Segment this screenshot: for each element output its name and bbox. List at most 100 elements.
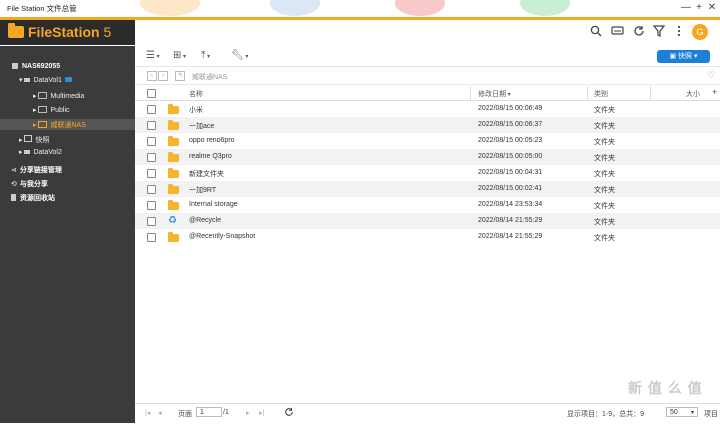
folder-icon bbox=[38, 121, 48, 128]
file-name: Internal storage bbox=[189, 201, 238, 208]
chevron-right-icon: ▸ bbox=[33, 107, 37, 114]
row-checkbox[interactable] bbox=[147, 185, 156, 194]
parent-folder-button[interactable]: ↰ bbox=[175, 71, 185, 81]
drive-icon bbox=[24, 78, 31, 82]
sidebar-item-recycle-bin[interactable]: 资源回收站 bbox=[11, 193, 55, 203]
create-button[interactable]: ⊞ ▾ bbox=[173, 50, 186, 63]
row-checkbox[interactable] bbox=[147, 233, 156, 242]
decorative-blob bbox=[520, 0, 570, 16]
sidebar-label: DataVol1 bbox=[33, 77, 62, 84]
table-row[interactable] bbox=[135, 117, 720, 133]
next-page-button[interactable]: ▸ bbox=[246, 409, 250, 417]
snapshot-button[interactable]: ▣ 快照 ▾ bbox=[657, 50, 710, 63]
page-size-select[interactable]: 50 ▾ bbox=[666, 407, 698, 417]
window-title: File Station 文件总管 bbox=[7, 4, 77, 13]
sidebar-item-public[interactable]: ▸ Public bbox=[33, 106, 70, 114]
file-modified: 2022/08/15 00:04:31 bbox=[478, 169, 543, 176]
page-input[interactable]: 1 bbox=[196, 407, 222, 417]
folder-icon bbox=[168, 104, 179, 114]
snapshot-button-label: 快照 bbox=[678, 53, 693, 60]
drive-icon bbox=[24, 150, 31, 154]
add-column-icon[interactable]: + bbox=[712, 87, 717, 97]
sidebar-item-nas[interactable]: NAS692055 bbox=[12, 63, 60, 70]
favorite-heart-icon[interactable]: ♡ bbox=[707, 70, 715, 81]
file-modified: 2022/08/14 21:55:29 bbox=[478, 233, 543, 240]
tools-button[interactable]: 🔧︎ ▾ bbox=[231, 50, 248, 63]
brand-version: 5 bbox=[99, 24, 112, 40]
page-label: 页面 bbox=[178, 411, 192, 418]
table-header bbox=[135, 86, 720, 101]
decorative-blob bbox=[270, 0, 320, 16]
select-all-checkbox[interactable] bbox=[147, 89, 156, 98]
folder-icon bbox=[38, 106, 48, 113]
file-type: 文件夹 bbox=[594, 219, 615, 226]
forward-button[interactable]: › bbox=[158, 71, 168, 81]
file-name: @Recently-Snapshot bbox=[189, 233, 256, 240]
folder-icon bbox=[168, 168, 179, 178]
sidebar-item-selected-folder[interactable]: ▸ 威联通NAS bbox=[33, 120, 86, 130]
list-icon: ☰ bbox=[146, 50, 155, 61]
view-mode-button[interactable]: ☰ ▾ bbox=[146, 50, 160, 63]
brand-name: FileStation bbox=[28, 24, 100, 40]
sidebar-item-multimedia[interactable]: ▸ Multimedia bbox=[33, 92, 84, 100]
last-page-button[interactable]: ▸| bbox=[259, 409, 264, 417]
row-checkbox[interactable] bbox=[147, 217, 156, 226]
file-modified: 2022/08/14 21:55:29 bbox=[478, 217, 543, 224]
column-separator bbox=[587, 86, 588, 100]
row-checkbox[interactable] bbox=[147, 153, 156, 162]
row-checkbox[interactable] bbox=[147, 137, 156, 146]
sidebar-item-shared-with-me[interactable]: ⟲ 与我分享 bbox=[11, 179, 48, 189]
table-row[interactable] bbox=[135, 181, 720, 197]
maximize-button[interactable]: + bbox=[693, 2, 705, 14]
back-button[interactable]: ‹ bbox=[147, 71, 157, 81]
wrench-icon: 🔧︎ bbox=[231, 50, 244, 61]
filter-icon[interactable] bbox=[652, 25, 666, 39]
search-icon[interactable] bbox=[589, 25, 603, 39]
camera-icon: ▣ bbox=[669, 53, 679, 60]
column-modified[interactable]: 修改日期 ▾ bbox=[478, 89, 511, 99]
file-name: 一加9RT bbox=[189, 187, 217, 194]
file-type: 文件夹 bbox=[594, 235, 615, 242]
sidebar-item-share-link[interactable]: ⋖ 分享链接管理 bbox=[11, 165, 62, 175]
upload-button[interactable]: ⤒ ▾ bbox=[201, 50, 210, 63]
file-type: 文件夹 bbox=[594, 155, 615, 162]
table-row[interactable] bbox=[135, 101, 720, 117]
row-checkbox[interactable] bbox=[147, 201, 156, 210]
file-modified: 2022/08/15 00:05:23 bbox=[478, 137, 543, 144]
monitor-icon[interactable] bbox=[610, 25, 624, 39]
user-avatar[interactable]: G bbox=[692, 24, 708, 40]
file-type: 文件夹 bbox=[594, 187, 615, 194]
watermark: 新 值 么 值 bbox=[628, 380, 703, 396]
file-name: realme Q3pro bbox=[189, 153, 232, 160]
column-size[interactable]: 大小 bbox=[686, 89, 700, 99]
sidebar-label: Multimedia bbox=[50, 93, 85, 100]
folder-icon bbox=[168, 136, 179, 146]
first-page-button[interactable]: |◂ bbox=[145, 409, 150, 417]
sidebar-label: Public bbox=[50, 107, 70, 114]
more-options-icon[interactable] bbox=[672, 25, 686, 39]
server-icon bbox=[12, 63, 18, 69]
column-name[interactable]: 名称 bbox=[189, 89, 203, 99]
sidebar-label: 资源回收站 bbox=[20, 195, 55, 202]
prev-page-button[interactable]: ◂ bbox=[158, 409, 162, 417]
minimize-button[interactable]: — bbox=[680, 2, 692, 14]
sidebar-label: 分享链接管理 bbox=[19, 167, 62, 174]
sidebar-item-snapshot[interactable]: ▸ 快照 bbox=[19, 135, 49, 145]
column-separator bbox=[650, 86, 651, 100]
info-badge-icon bbox=[64, 77, 72, 82]
table-row[interactable] bbox=[135, 213, 720, 229]
column-type[interactable]: 类别 bbox=[594, 89, 608, 99]
sidebar-label: 与我分享 bbox=[19, 181, 48, 188]
file-modified: 2022/08/15 00:06:37 bbox=[478, 121, 543, 128]
close-button[interactable]: ✕ bbox=[706, 2, 718, 14]
file-name: 小米 bbox=[189, 107, 203, 114]
recycle-icon: ♻ bbox=[168, 215, 177, 226]
row-checkbox[interactable] bbox=[147, 169, 156, 178]
row-checkbox[interactable] bbox=[147, 105, 156, 114]
refresh-list-icon[interactable] bbox=[284, 407, 294, 419]
refresh-icon[interactable] bbox=[632, 25, 646, 39]
sidebar-item-datavol2[interactable]: ▸ DataVol2 bbox=[19, 148, 62, 156]
sidebar-item-datavol1[interactable]: ▾ DataVol1 bbox=[19, 76, 72, 84]
row-checkbox[interactable] bbox=[147, 121, 156, 130]
display-info: 显示项目：1-9，总共：9 bbox=[567, 411, 645, 418]
